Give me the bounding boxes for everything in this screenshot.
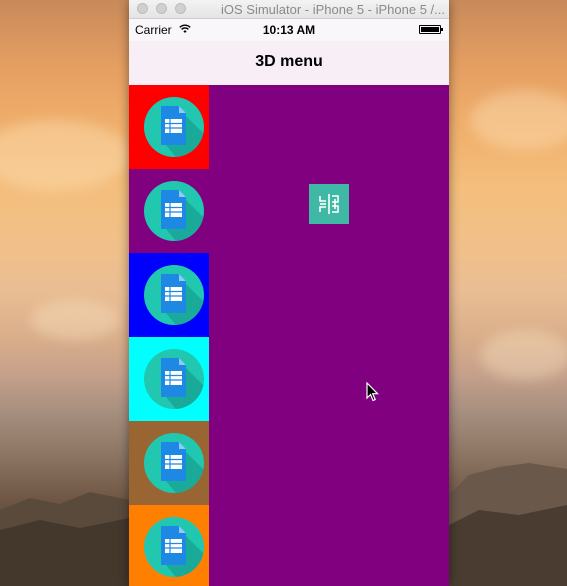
status-time: 10:13 AM — [262, 23, 316, 37]
status-bar: Carrier 10:13 AM — [129, 19, 449, 41]
document-icon — [144, 349, 204, 409]
document-icon — [144, 181, 204, 241]
menu-item-4[interactable] — [129, 337, 209, 421]
menu-item-6[interactable] — [129, 505, 209, 586]
menu-toggle-button[interactable] — [309, 184, 349, 224]
document-icon — [144, 265, 204, 325]
cloud — [480, 330, 567, 380]
mouse-cursor-icon — [366, 382, 379, 402]
menu-item-1[interactable] — [129, 85, 209, 169]
window-title-bar[interactable]: iOS Simulator - iPhone 5 - iPhone 5 /... — [129, 0, 449, 19]
mountain-right — [449, 463, 567, 586]
document-icon — [144, 517, 204, 577]
battery-icon — [419, 25, 443, 34]
menu-item-5[interactable] — [129, 421, 209, 505]
nav-title: 3D menu — [255, 53, 323, 70]
cloud — [470, 90, 567, 150]
cloud — [30, 300, 120, 340]
menu-item-2[interactable] — [129, 169, 209, 253]
menu-toggle-icon — [319, 194, 339, 214]
close-window-button[interactable] — [137, 3, 148, 14]
cloud — [0, 120, 130, 190]
side-menu — [129, 85, 209, 586]
mountain-left — [0, 492, 129, 586]
menu-item-3[interactable] — [129, 253, 209, 337]
zoom-window-button[interactable] — [175, 3, 186, 14]
window-title: iOS Simulator - iPhone 5 - iPhone 5 /... — [221, 2, 445, 17]
navigation-bar: 3D menu — [129, 41, 449, 86]
simulator-window: iOS Simulator - iPhone 5 - iPhone 5 /...… — [129, 0, 449, 586]
document-icon — [144, 97, 204, 157]
document-icon — [144, 433, 204, 493]
main-content — [129, 85, 449, 586]
minimize-window-button[interactable] — [156, 3, 167, 14]
